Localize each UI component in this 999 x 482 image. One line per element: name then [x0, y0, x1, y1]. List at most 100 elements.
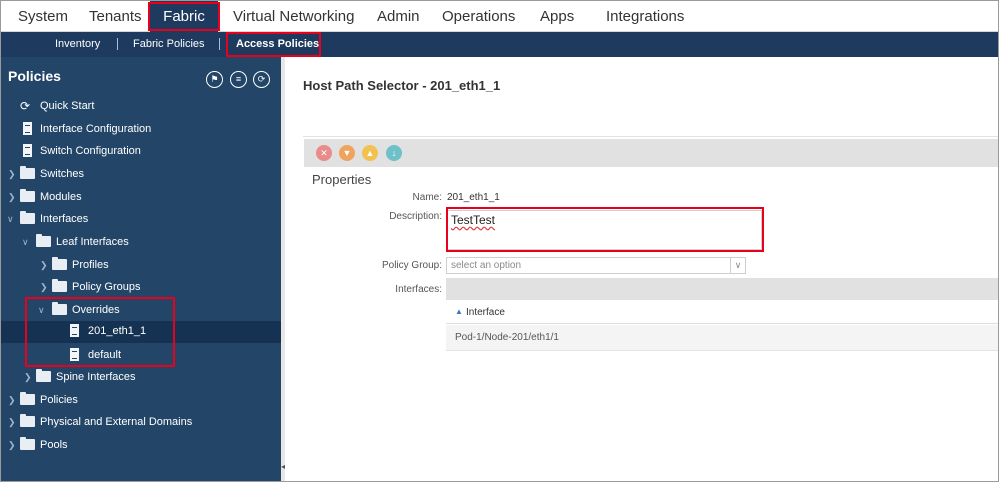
- tree-item-label: default: [88, 349, 122, 361]
- tree-item-physical-external-domains[interactable]: ❯ Physical and External Domains: [0, 412, 281, 434]
- document-icon: [70, 348, 79, 361]
- tree-item-quick-start[interactable]: ⟳ Quick Start: [0, 96, 281, 118]
- chevron-right-icon[interactable]: ❯: [8, 416, 18, 428]
- folder-icon: [20, 437, 35, 450]
- folder-icon: [52, 302, 67, 315]
- tree-item-modules[interactable]: ❯ Modules: [0, 187, 281, 209]
- page-title: Host Path Selector - 201_eth1_1: [303, 78, 501, 93]
- subtab-inventory[interactable]: Inventory: [55, 32, 100, 57]
- policy-group-select[interactable]: select an option ∨: [446, 257, 746, 274]
- folder-icon: [52, 257, 67, 270]
- document-icon: [70, 324, 79, 337]
- subtab-fabric-policies[interactable]: Fabric Policies: [133, 32, 205, 57]
- tree-item-profiles[interactable]: ❯ Profiles: [0, 255, 281, 277]
- delete-icon[interactable]: ✕: [316, 145, 332, 161]
- interfaces-toolbar: [446, 278, 999, 300]
- chevron-right-icon[interactable]: ❯: [8, 394, 18, 406]
- refresh-icon[interactable]: ⟳: [253, 71, 270, 88]
- flag-icon[interactable]: ⚑: [206, 71, 223, 88]
- tab-virtual-networking[interactable]: Virtual Networking: [233, 0, 354, 32]
- tree-item-label: Spine Interfaces: [56, 371, 136, 383]
- tree-item-label: Switches: [40, 168, 85, 180]
- tree-item-label: Policy Groups: [72, 281, 141, 293]
- tree-item-interfaces[interactable]: ∨ Interfaces: [0, 209, 281, 231]
- table-row[interactable]: Pod-1/Node-201/eth1/1: [446, 325, 999, 351]
- chevron-right-icon[interactable]: ❯: [8, 439, 18, 451]
- tab-system[interactable]: System: [18, 0, 68, 32]
- chevron-right-icon[interactable]: ❯: [8, 191, 18, 203]
- tree-item-label: Switch Configuration: [40, 145, 141, 157]
- tree-item-switch-configuration[interactable]: Switch Configuration: [0, 141, 281, 163]
- tree-item-policies[interactable]: ❯ Policies: [0, 390, 281, 412]
- tab-admin[interactable]: Admin: [377, 0, 420, 32]
- tree-item-label: Profiles: [72, 259, 109, 271]
- document-icon: [23, 122, 32, 135]
- chevron-right-icon[interactable]: ❯: [8, 168, 18, 180]
- tab-integrations[interactable]: Integrations: [606, 0, 684, 32]
- interface-value: Pod-1/Node-201/eth1/1: [455, 332, 559, 343]
- folder-icon: [20, 189, 35, 202]
- policies-sidebar: Policies ⚑ ≡ ⟳ ⟳ Quick Start Interface C…: [0, 57, 281, 482]
- subnav-separator: [117, 38, 118, 50]
- tree-item-switches[interactable]: ❯ Switches: [0, 164, 281, 186]
- tree-item-label: Policies: [40, 394, 78, 406]
- action-toolbar: ✕ ▼ ▲ ↓: [304, 139, 999, 167]
- tree-item-label: Physical and External Domains: [40, 416, 193, 428]
- name-label: Name:: [412, 192, 442, 203]
- quick-start-icon: ⟳: [20, 99, 31, 113]
- tree-item-label: Modules: [40, 191, 82, 203]
- folder-icon: [20, 392, 35, 405]
- tree-item-overrides[interactable]: ∨ Overrides: [0, 300, 281, 322]
- list-icon[interactable]: ≡: [230, 71, 247, 88]
- title-divider: [303, 136, 999, 137]
- tree-item-label: Leaf Interfaces: [56, 236, 129, 248]
- description-value: TestTest: [451, 213, 496, 227]
- chevron-right-icon[interactable]: ❯: [40, 281, 50, 293]
- sub-nav: Inventory Fabric Policies Access Policie…: [0, 32, 999, 57]
- description-label: Description:: [389, 211, 442, 222]
- folder-icon: [36, 369, 51, 382]
- interfaces-column-header[interactable]: ▲ Interface: [446, 302, 999, 324]
- folder-icon: [20, 414, 35, 427]
- document-icon: [23, 144, 32, 157]
- policy-group-label: Policy Group:: [381, 260, 442, 271]
- name-value: 201_eth1_1: [447, 192, 500, 203]
- subtab-access-policies[interactable]: Access Policies: [236, 32, 319, 57]
- chevron-down-icon[interactable]: ∨: [7, 213, 17, 225]
- sort-ascending-icon: ▲: [455, 307, 463, 316]
- tab-operations[interactable]: Operations: [442, 0, 515, 32]
- chevron-down-icon[interactable]: ∨: [730, 258, 745, 273]
- tab-fabric[interactable]: Fabric: [150, 0, 218, 32]
- chevron-right-icon[interactable]: ❯: [40, 259, 50, 271]
- tab-tenants[interactable]: Tenants: [89, 0, 142, 32]
- description-field[interactable]: TestTest: [447, 210, 762, 250]
- tree-item-default[interactable]: default: [0, 345, 281, 367]
- warning-icon[interactable]: ▲: [362, 145, 378, 161]
- policy-group-placeholder: select an option: [451, 260, 522, 271]
- tree-item-interface-configuration[interactable]: Interface Configuration: [0, 119, 281, 141]
- tree-item-label: Interface Configuration: [40, 123, 152, 135]
- chevron-down-icon[interactable]: ∨: [38, 304, 48, 316]
- chevron-right-icon[interactable]: ❯: [24, 371, 34, 383]
- tree-item-leaf-interfaces[interactable]: ∨ Leaf Interfaces: [0, 232, 281, 254]
- tree-item-201-eth1-1[interactable]: 201_eth1_1: [0, 321, 281, 343]
- info-icon[interactable]: ↓: [386, 145, 402, 161]
- interface-column-label: Interface: [466, 307, 505, 318]
- sidebar-title: Policies: [8, 68, 61, 84]
- tree-item-label: Interfaces: [40, 213, 89, 225]
- chevron-down-icon[interactable]: ∨: [22, 236, 32, 248]
- folder-icon: [52, 279, 67, 292]
- folder-icon: [20, 166, 35, 179]
- tree-item-policy-groups[interactable]: ❯ Policy Groups: [0, 277, 281, 299]
- subnav-separator: [219, 38, 220, 50]
- tab-apps[interactable]: Apps: [540, 0, 574, 32]
- filter-icon[interactable]: ▼: [339, 145, 355, 161]
- detail-panel: Host Path Selector - 201_eth1_1 ✕ ▼ ▲ ↓ …: [285, 57, 999, 482]
- tree-item-label: Overrides: [72, 304, 120, 316]
- top-nav: System Tenants Fabric Virtual Networking…: [0, 0, 999, 32]
- tree-item-label: 201_eth1_1: [88, 325, 147, 337]
- folder-icon: [20, 211, 35, 224]
- tree-item-spine-interfaces[interactable]: ❯ Spine Interfaces: [0, 367, 281, 389]
- tree-item-label: Pools: [40, 439, 68, 451]
- tree-item-pools[interactable]: ❯ Pools: [0, 435, 281, 457]
